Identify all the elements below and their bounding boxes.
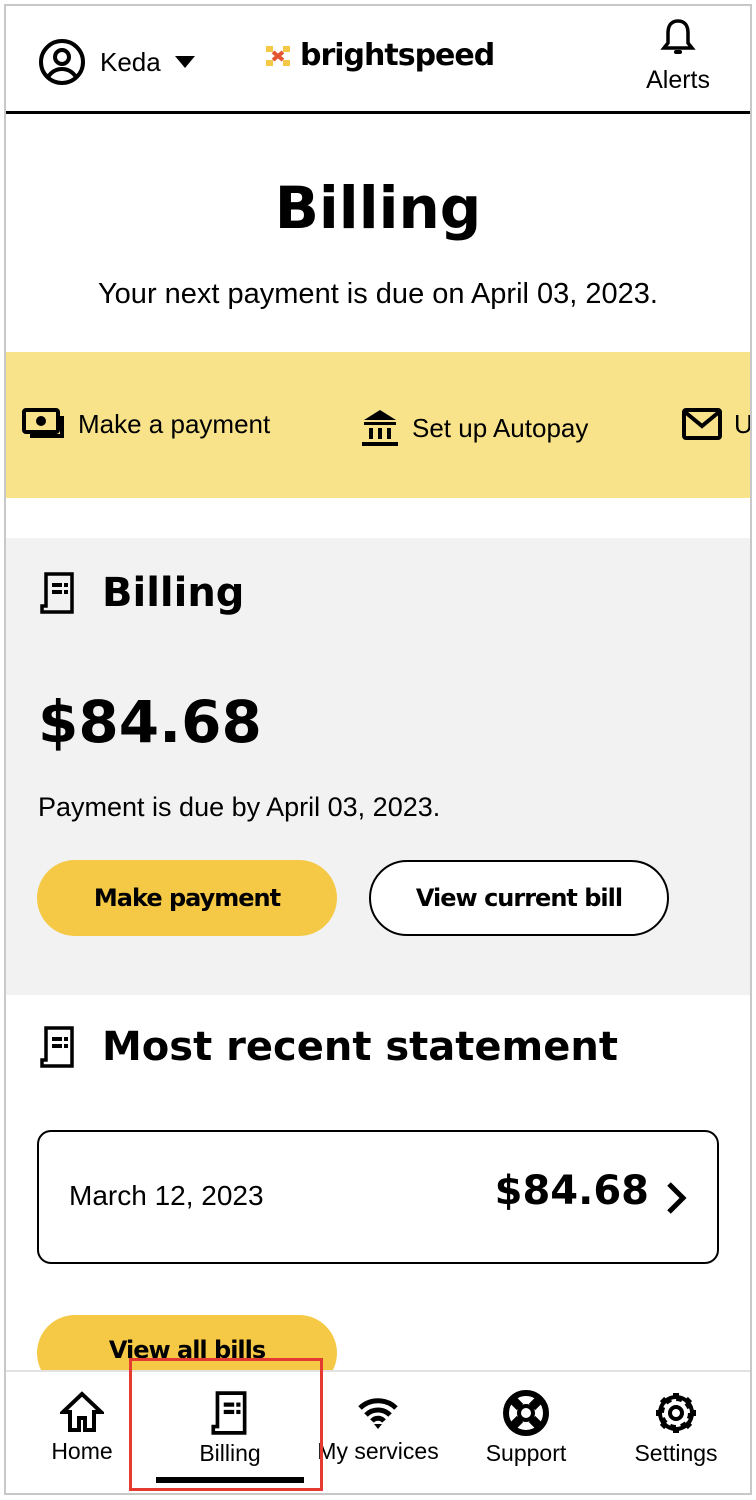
nav-billing[interactable]: Billing [156, 1390, 304, 1483]
nav-support-label: Support [485, 1440, 567, 1466]
brightspeed-logo[interactable]: brightspeed [264, 38, 495, 73]
bottom-nav: Home Billing My services Support Setting… [6, 1370, 750, 1483]
nav-my-services[interactable]: My services [308, 1390, 448, 1465]
nav-settings-label: Settings [634, 1440, 718, 1466]
alerts-button[interactable]: Alerts [646, 18, 710, 95]
statement-heading-text: Most recent statement [102, 1024, 618, 1070]
make-payment-button[interactable]: Make payment [37, 860, 337, 936]
nav-support[interactable]: Support [456, 1390, 596, 1467]
app-frame: Keda brightspeed Alerts Billing Your nex… [4, 4, 752, 1495]
nav-billing-label: Billing [199, 1440, 261, 1466]
page-subtitle: Your next payment is due on April 03, 20… [98, 278, 658, 310]
mail-icon [682, 408, 722, 440]
wifi-icon [358, 1398, 398, 1429]
account-menu[interactable]: Keda [38, 38, 195, 86]
statement-amount: $84.68 [494, 1168, 649, 1214]
statement-card[interactable]: March 12, 2023 $84.68 [37, 1130, 719, 1264]
billing-summary-section: Billing $84.68 Payment is due by April 0… [6, 538, 750, 995]
quick-actions-bar: Make a payment Set up Autopay U [6, 352, 750, 498]
cash-icon [22, 408, 64, 438]
nav-settings[interactable]: Settings [606, 1390, 746, 1467]
mail-action-label: U [734, 408, 752, 439]
lifebuoy-icon [503, 1390, 549, 1436]
home-icon [60, 1391, 104, 1432]
brightspeed-logo-icon [266, 45, 290, 66]
nav-home[interactable]: Home [12, 1390, 152, 1465]
view-all-bills-label: View all bills [108, 1336, 266, 1364]
balance-amount: $84.68 [38, 688, 262, 756]
alerts-label: Alerts [646, 66, 710, 94]
view-current-bill-button[interactable]: View current bill [369, 860, 669, 936]
set-up-autopay-link[interactable]: Set up Autopay [360, 408, 588, 448]
header: Keda brightspeed Alerts [6, 6, 750, 114]
nav-my-services-label: My services [317, 1438, 439, 1464]
billing-heading: Billing [38, 570, 244, 616]
active-tab-indicator [156, 1477, 304, 1483]
bell-icon [660, 19, 696, 54]
receipt-icon [40, 572, 74, 614]
chevron-right-icon [667, 1182, 687, 1214]
statement-date: March 12, 2023 [69, 1180, 264, 1211]
user-name: Keda [100, 46, 161, 77]
gear-icon [656, 1393, 696, 1433]
user-avatar-icon [39, 39, 85, 85]
make-a-payment-label: Make a payment [78, 408, 271, 439]
page-title: Billing [274, 174, 482, 242]
set-up-autopay-label: Set up Autopay [412, 412, 589, 443]
make-a-payment-link[interactable]: Make a payment [22, 408, 270, 440]
logo-text: brightspeed [300, 38, 495, 73]
caret-down-icon [174, 56, 195, 68]
billing-heading-text: Billing [102, 570, 245, 616]
mail-action-link[interactable]: U [682, 408, 752, 440]
receipt-icon [40, 1026, 74, 1068]
payment-due-text: Payment is due by April 03, 2023. [38, 792, 441, 822]
bank-icon [362, 410, 398, 446]
nav-home-label: Home [51, 1438, 113, 1464]
receipt-icon [211, 1391, 247, 1435]
statement-heading: Most recent statement [38, 1024, 618, 1070]
